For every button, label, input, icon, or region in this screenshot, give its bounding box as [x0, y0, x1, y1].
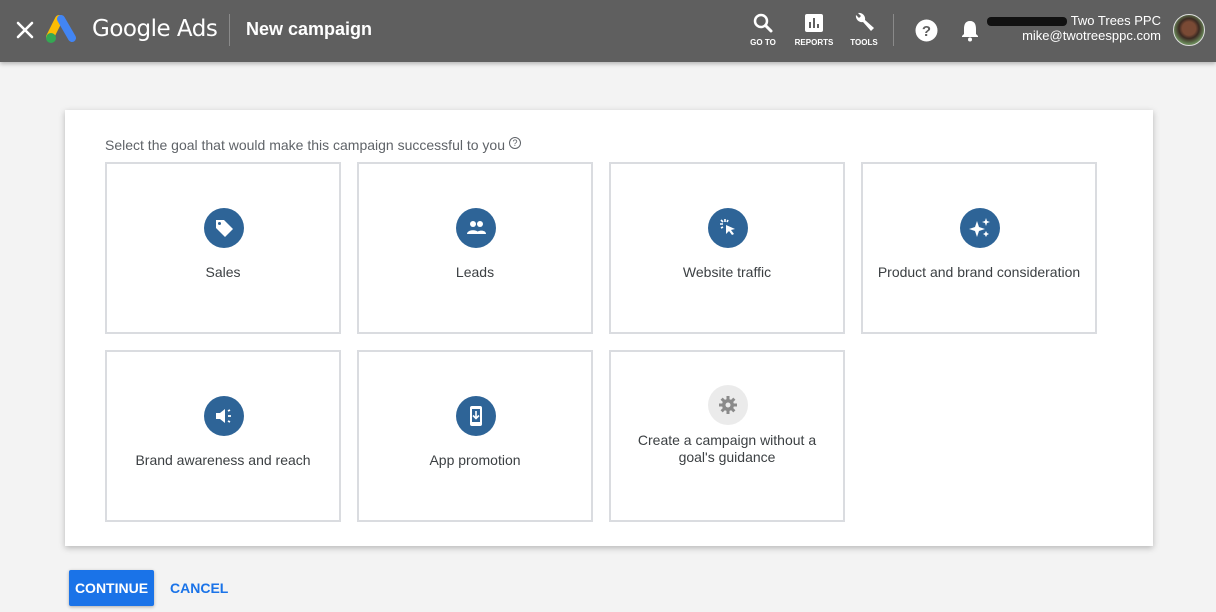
brand-name: Google Ads — [92, 16, 218, 42]
gear-icon — [708, 385, 748, 425]
goal-no-guidance[interactable]: Create a campaign without a goal's guida… — [609, 350, 845, 522]
bell-icon — [962, 21, 978, 42]
top-bar: Google Ads New campaign GO TO REPORTS TO… — [0, 0, 1216, 62]
reports-button[interactable]: REPORTS — [789, 12, 839, 47]
goal-label: Product and brand consideration — [877, 264, 1081, 280]
account-email: mike@twotreesppc.com — [1022, 28, 1161, 43]
goal-website-traffic[interactable]: Website traffic — [609, 162, 845, 334]
tools-label: TOOLS — [850, 38, 878, 47]
redacted-block — [987, 17, 1068, 27]
close-button[interactable] — [14, 19, 36, 41]
close-icon — [16, 21, 34, 39]
goal-label: App promotion — [429, 452, 521, 468]
account-name: Two Trees PPC — [1070, 13, 1161, 28]
goal-prompt: Select the goal that would make this cam… — [105, 137, 521, 153]
continue-button[interactable]: CONTINUE — [69, 570, 154, 606]
goal-leads[interactable]: Leads — [357, 162, 593, 334]
megaphone-icon — [204, 396, 244, 436]
goal-brand-awareness[interactable]: Brand awareness and reach — [105, 350, 341, 522]
goal-product-brand-consideration[interactable]: Product and brand consideration — [861, 162, 1097, 334]
svg-text:?: ? — [922, 23, 931, 40]
goal-app-promotion[interactable]: App promotion — [357, 350, 593, 522]
goto-label: GO TO — [750, 38, 776, 47]
goal-label: Create a campaign without a goal's guida… — [637, 432, 817, 465]
sparkle-icon — [960, 208, 1000, 248]
phone-download-icon — [456, 396, 496, 436]
tools-button[interactable]: TOOLS — [839, 12, 889, 47]
help-icon: ? — [915, 19, 938, 42]
cancel-button[interactable]: CANCEL — [170, 580, 228, 596]
goto-button[interactable]: GO TO — [738, 12, 788, 47]
people-icon — [456, 208, 496, 248]
reports-icon — [805, 14, 823, 32]
goal-label: Brand awareness and reach — [135, 452, 311, 468]
help-button[interactable]: ? — [915, 19, 938, 47]
goal-prompt-text: Select the goal that would make this cam… — [105, 137, 505, 153]
wrench-icon — [855, 12, 874, 32]
goal-label: Leads — [455, 264, 495, 280]
cursor-click-icon — [708, 208, 748, 248]
reports-label: REPORTS — [794, 38, 834, 47]
goal-sales[interactable]: Sales — [105, 162, 341, 334]
prompt-help-icon[interactable]: ? — [509, 137, 521, 149]
page-title: New campaign — [246, 19, 373, 39]
goal-label: Sales — [205, 264, 241, 280]
goal-label: Website traffic — [682, 264, 772, 280]
avatar[interactable] — [1173, 14, 1205, 46]
header-divider — [229, 14, 230, 46]
search-icon — [753, 13, 773, 33]
goal-selection-card: Select the goal that would make this cam… — [65, 110, 1153, 546]
account-info[interactable]: Two Trees PPC mike@twotreesppc.com — [987, 13, 1161, 43]
tools-divider — [893, 14, 894, 46]
notifications-button[interactable] — [960, 19, 980, 47]
google-ads-logo — [45, 15, 81, 45]
tag-icon — [204, 208, 244, 248]
